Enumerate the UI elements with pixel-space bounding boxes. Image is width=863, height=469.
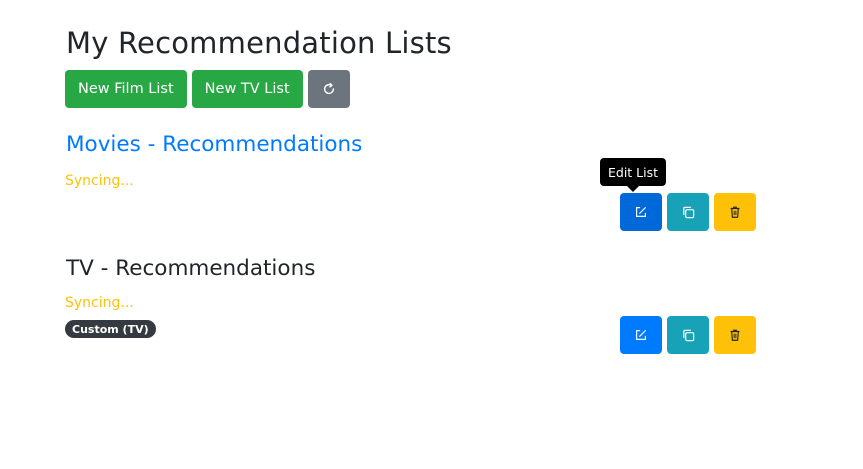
trash-icon <box>730 206 740 218</box>
sync-status: Syncing... <box>65 173 134 189</box>
list-actions-tv <box>620 316 756 354</box>
copy-icon <box>682 329 694 341</box>
refresh-button[interactable] <box>307 70 350 108</box>
new-film-list-button[interactable]: New Film List <box>65 70 187 108</box>
new-tv-list-button[interactable]: New TV List <box>191 70 303 108</box>
duplicate-list-button[interactable] <box>667 316 709 354</box>
edit-icon <box>636 330 646 340</box>
delete-list-button[interactable] <box>714 316 756 354</box>
copy-icon <box>682 206 694 218</box>
delete-list-button[interactable] <box>714 193 756 231</box>
list-title-tv: TV - Recommendations <box>66 256 316 281</box>
edit-list-tooltip: Edit List <box>600 158 667 192</box>
edit-list-button[interactable] <box>620 193 662 231</box>
edit-list-button[interactable] <box>620 316 662 354</box>
refresh-icon <box>323 82 334 95</box>
list-title-movies[interactable]: Movies - Recommendations <box>66 132 362 157</box>
duplicate-list-button[interactable] <box>667 193 709 231</box>
trash-icon <box>730 329 740 341</box>
toolbar: New Film List New TV List <box>65 70 350 108</box>
sync-status: Syncing... <box>65 295 134 311</box>
page-title: My Recommendation Lists <box>66 26 452 60</box>
list-actions-movies <box>620 193 756 231</box>
list-type-badge: Custom (TV) <box>65 320 156 338</box>
edit-icon <box>636 207 646 217</box>
